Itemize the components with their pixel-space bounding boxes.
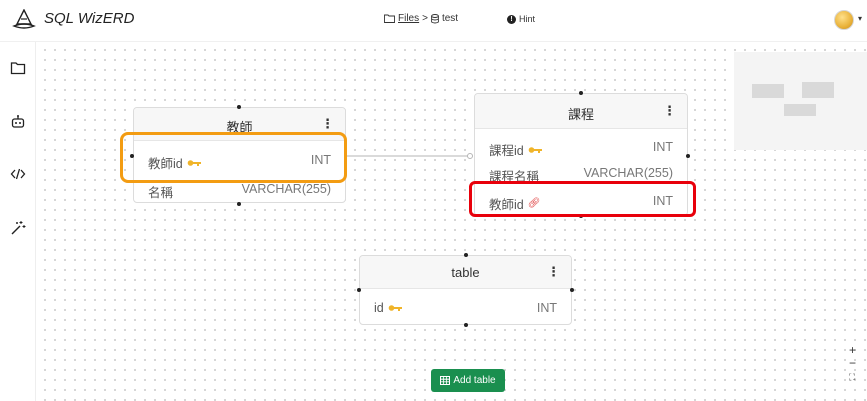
connection-handle[interactable] <box>464 323 468 327</box>
fit-view-button[interactable]: ⛶ <box>849 372 855 383</box>
table-header[interactable]: table ⋮ <box>360 256 571 289</box>
connection-handle[interactable] <box>686 154 690 158</box>
connection-handle[interactable] <box>570 288 574 292</box>
column-type: VARCHAR(255) <box>583 166 673 180</box>
connection-handle[interactable] <box>237 105 241 109</box>
key-icon <box>388 305 402 311</box>
table-icon <box>440 376 451 385</box>
table-header[interactable]: 課程 ⋮ <box>475 94 687 129</box>
connection-handle[interactable] <box>357 288 361 292</box>
connection-handle[interactable] <box>237 202 241 206</box>
zoom-in-button[interactable]: + <box>849 343 856 357</box>
highlight-box-orange <box>120 132 347 183</box>
table-menu-icon[interactable]: ⋮ <box>663 103 676 119</box>
add-table-button[interactable]: Add table <box>431 369 505 392</box>
table-card-table[interactable]: table ⋮ id INT <box>359 255 572 325</box>
column-row[interactable]: id INT <box>360 297 571 319</box>
column-type: VARCHAR(255) <box>241 182 331 196</box>
column-row[interactable]: 課程id INT <box>475 136 687 158</box>
highlight-box-red <box>469 181 696 217</box>
column-name: id <box>374 301 384 315</box>
table-name: table <box>451 265 480 280</box>
key-icon <box>528 146 542 153</box>
table-menu-icon[interactable]: ⋮ <box>547 264 560 280</box>
column-type: INT <box>536 301 557 315</box>
column-name: 名稱 <box>148 186 174 200</box>
zoom-out-button[interactable]: − <box>849 356 856 370</box>
table-menu-icon[interactable]: ⋮ <box>321 116 334 132</box>
connection-handle[interactable] <box>464 253 468 257</box>
relation-edge <box>347 153 473 159</box>
column-type: INT <box>652 140 673 154</box>
column-name: 課程id <box>489 144 524 158</box>
connection-handle[interactable] <box>579 91 583 95</box>
add-table-label: Add table <box>453 375 496 386</box>
table-name: 課程 <box>567 107 594 122</box>
